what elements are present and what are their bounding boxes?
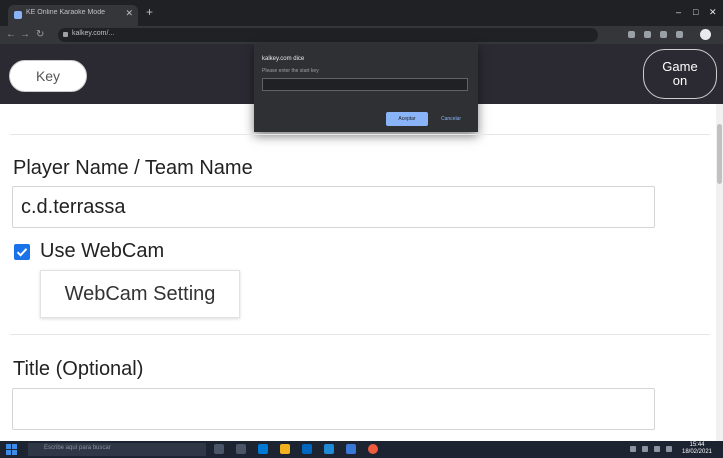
player-name-value: c.d.terrassa [21, 196, 126, 218]
extension-icon[interactable] [676, 31, 683, 38]
title-input[interactable] [12, 388, 655, 430]
use-webcam-label[interactable]: Use WebCam [40, 240, 164, 263]
clock-date: 18/02/2021 [681, 449, 713, 455]
close-window-button[interactable]: ✕ [709, 7, 717, 18]
key-button[interactable]: Key [9, 60, 87, 92]
tab-title: KE Online Karaoke Mode [26, 9, 105, 16]
network-icon[interactable] [642, 446, 648, 452]
scrollbar-thumb[interactable] [717, 124, 722, 184]
title-label: Title (Optional) [13, 358, 144, 380]
extension-icon[interactable] [660, 31, 667, 38]
dialog-cancel-button[interactable]: Cancelar [434, 112, 468, 126]
app-icon[interactable] [346, 444, 356, 454]
new-tab-button[interactable]: + [146, 6, 153, 18]
dialog-ok-button[interactable]: Aceptar [386, 112, 428, 126]
widgets-icon[interactable] [236, 444, 246, 454]
forward-button[interactable]: → [20, 29, 30, 41]
reload-button[interactable]: ↻ [36, 29, 44, 41]
mail-icon[interactable] [324, 444, 334, 454]
profile-avatar[interactable] [700, 29, 711, 40]
divider [10, 334, 710, 335]
page-scrollbar[interactable] [716, 104, 723, 441]
player-name-input[interactable]: c.d.terrassa [12, 186, 655, 228]
back-button[interactable]: ← [6, 29, 16, 41]
windows-start-icon[interactable] [6, 444, 17, 455]
prompt-dialog: kalkey.com dice Please enter the start k… [254, 44, 478, 132]
address-bar[interactable]: kalkey.com/... [58, 28, 598, 42]
taskbar-clock[interactable]: 15:44 18/02/2021 [678, 442, 716, 456]
tray-icon[interactable] [630, 446, 636, 452]
lock-icon [63, 32, 68, 37]
edge-icon[interactable] [258, 444, 268, 454]
browser-tab[interactable]: KE Online Karaoke Mode ✕ [8, 5, 138, 26]
volume-icon[interactable] [654, 446, 660, 452]
os-taskbar: Escribe aquí para buscar 15:44 18/02/202… [0, 441, 723, 458]
file-explorer-icon[interactable] [280, 444, 290, 454]
chrome-icon[interactable] [368, 444, 378, 454]
dialog-input[interactable] [262, 78, 468, 91]
taskbar-search-placeholder: Escribe aquí para buscar [44, 445, 111, 451]
taskbar-search[interactable]: Escribe aquí para buscar [28, 443, 206, 456]
webcam-setting-button[interactable]: WebCam Setting [40, 270, 240, 318]
favicon-icon [14, 11, 22, 19]
use-webcam-checkbox[interactable] [14, 244, 30, 260]
browser-toolbar: ← → ↻ kalkey.com/... [0, 26, 723, 44]
store-icon[interactable] [302, 444, 312, 454]
minimize-button[interactable]: – [676, 7, 681, 17]
dialog-message: Please enter the start key [262, 68, 319, 74]
url-text: kalkey.com/... [72, 30, 115, 37]
extension-icon[interactable] [644, 31, 651, 38]
game-on-label: Game on [662, 59, 698, 88]
player-name-label: Player Name / Team Name [13, 157, 253, 179]
game-on-button[interactable]: Game on [643, 49, 717, 99]
dialog-title: kalkey.com dice [262, 56, 305, 62]
task-view-icon[interactable] [214, 444, 224, 454]
browser-titlebar: KE Online Karaoke Mode ✕ + – □ ✕ [0, 0, 723, 26]
divider [10, 134, 710, 135]
extension-icon[interactable] [628, 31, 635, 38]
checkmark-icon [16, 248, 28, 257]
language-icon[interactable] [666, 446, 672, 452]
maximize-button[interactable]: □ [693, 7, 698, 17]
clock-time: 15:44 [689, 442, 705, 448]
tab-close-icon[interactable]: ✕ [125, 8, 133, 19]
